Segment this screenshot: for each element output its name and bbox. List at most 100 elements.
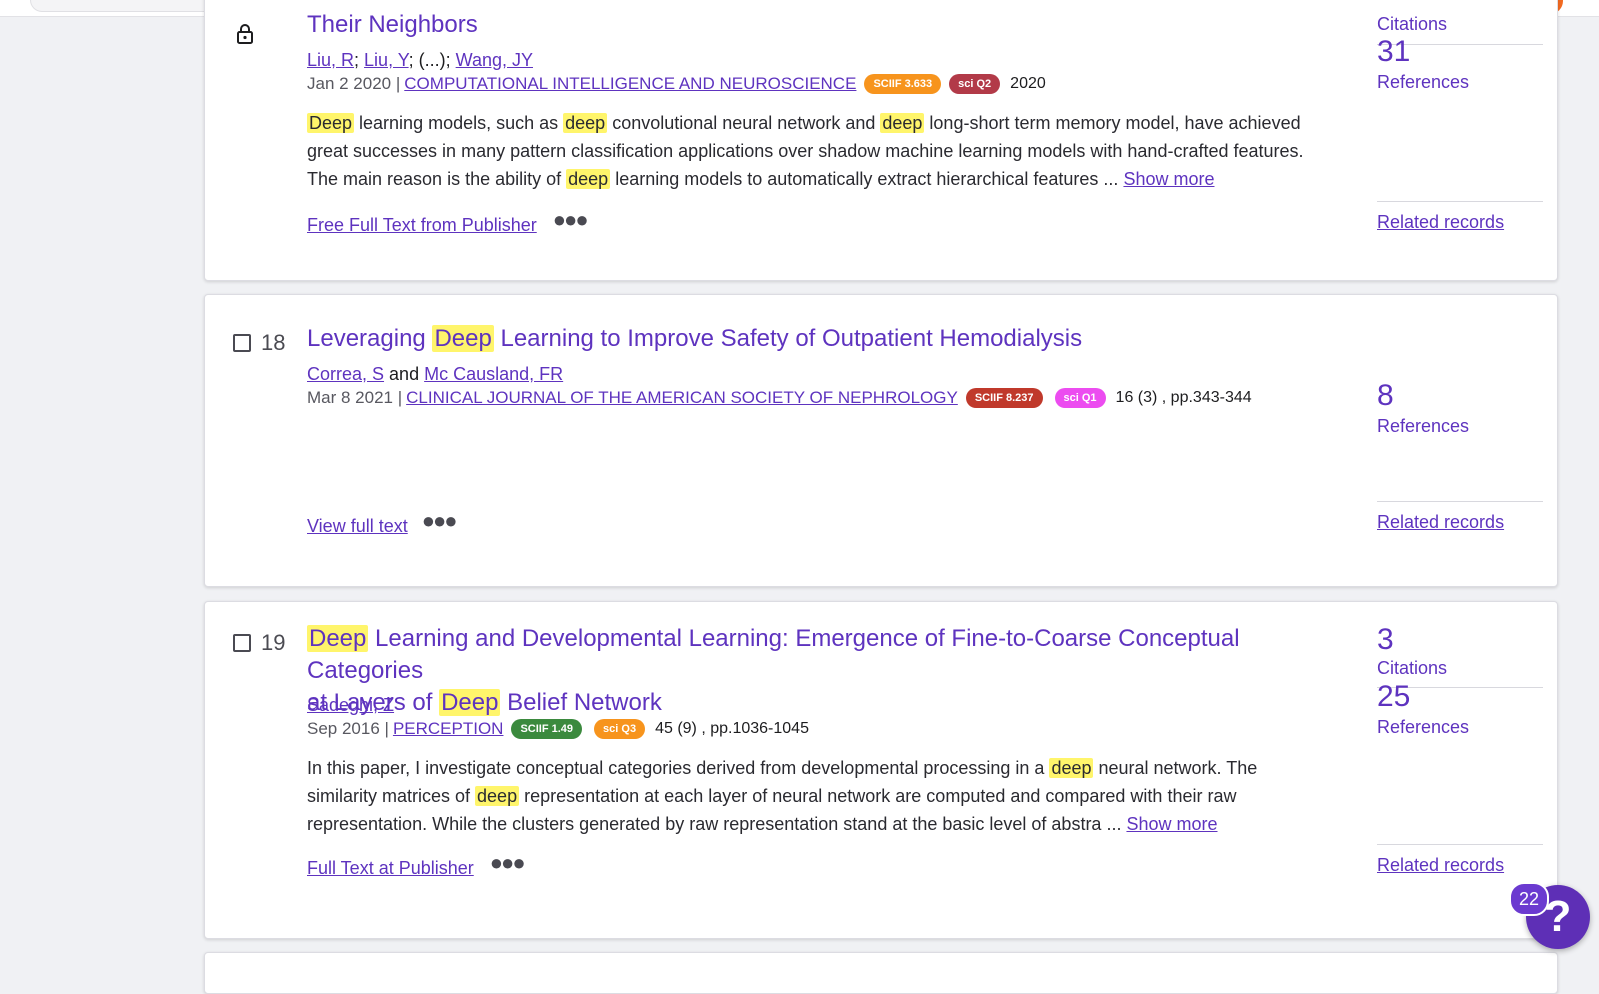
full-text-link[interactable]: Full Text at Publisher [307,858,474,879]
record-title[interactable]: Deep Learning and Developmental Learning… [307,623,1337,719]
author-link[interactable]: Correa, S [307,364,384,384]
show-more-link[interactable]: Show more [1123,169,1214,189]
title-text[interactable]: Their Neighbors [307,11,478,38]
title-text[interactable]: Learning and Developmental Learning: Eme… [307,625,1240,684]
record-actions: View full text ●●● [307,508,458,539]
record-abstract: In this paper, I investigate conceptual … [307,754,1317,838]
abstract-line: similarity matrices of deep representati… [307,782,1317,810]
citations-count[interactable]: 3 [1377,623,1394,657]
abstract-text: neural network. The [1093,758,1258,778]
record-actions: Free Full Text from Publisher ●●● [307,207,589,238]
abstract-text: representation at each layer of neural n… [519,786,1237,806]
highlight-term: Deep [307,113,355,133]
sci-quartile-badge: sci Q2 [949,74,1001,94]
highlight-term: deep [566,169,611,189]
sci-quartile-badge: sci Q1 [1054,388,1106,408]
metric-divider [1377,844,1543,845]
metric-divider [1377,201,1543,202]
publication-date: Mar 8 2021 [307,388,393,407]
more-options-icon[interactable]: ●●● [422,508,458,534]
references-count[interactable]: 25 [1377,680,1410,714]
record-number: 19 [261,630,286,655]
full-text-link[interactable]: Free Full Text from Publisher [307,215,537,236]
abstract-line: Deep learning models, such as deep convo… [307,109,1317,137]
more-options-icon[interactable]: ●●● [490,850,526,876]
show-more-link[interactable]: Show more [1126,814,1217,834]
related-records-link[interactable]: Related records [1377,512,1504,533]
references-label[interactable]: References [1377,717,1469,738]
metric-divider [1377,501,1543,502]
highlight-term: deep [1049,758,1094,778]
references-count[interactable]: 31 [1377,35,1410,69]
record-authors: Sadeghi, Z [307,695,394,716]
title-line[interactable]: at Layers of Deep Belief Network [307,687,1337,719]
publication-date: Jan 2 2020 [307,74,392,93]
highlight-term[interactable]: Deep [307,625,369,652]
notification-badge[interactable]: 22 [1509,882,1549,916]
highlight-term[interactable]: Deep [432,325,494,352]
references-label[interactable]: References [1377,416,1469,437]
abstract-line: In this paper, I investigate conceptual … [307,754,1317,782]
record-meta: Jan 2 2020 | COMPUTATIONAL INTELLIGENCE … [307,74,1046,94]
journal-link[interactable]: PERCEPTION [393,719,504,739]
record-title[interactable]: Leveraging Deep Learning to Improve Safe… [307,323,1337,355]
title-line[interactable]: Deep Learning and Developmental Learning… [307,623,1337,687]
references-count[interactable]: 8 [1377,379,1394,413]
related-records-link[interactable]: Related records [1377,855,1504,876]
highlight-term[interactable]: Deep [439,689,501,716]
title-text[interactable]: Belief Network [500,689,662,716]
record-checkbox[interactable] [233,334,251,352]
title-text[interactable]: Learning to Improve Safety of Outpatient… [494,325,1082,352]
abstract-text: The main reason is the ability of [307,169,567,189]
abstract-text: convolutional neural network and [607,113,881,133]
author-link[interactable]: Sadeghi, Z [307,695,394,715]
publication-date: Sep 2016 [307,719,380,738]
record-number: 18 [261,330,286,355]
authors-conjunction: and [389,364,420,384]
highlight-term: deep [563,113,608,133]
lock-icon [237,24,253,44]
abstract-line: The main reason is the ability of deep l… [307,165,1317,193]
record-abstract: Deep learning models, such as deep convo… [307,109,1317,193]
full-text-link[interactable]: View full text [307,516,408,537]
record-meta: Mar 8 2021 | CLINICAL JOURNAL OF THE AME… [307,388,1252,408]
highlight-term: deep [475,786,520,806]
author-link[interactable]: Liu, Y [364,50,409,70]
abstract-line: representation. While the clusters gener… [307,810,1317,838]
abstract-text: learning models, such as [354,113,564,133]
abstract-text: similarity matrices of [307,786,476,806]
sci-quartile-badge: sci Q3 [594,719,646,739]
publication-year: 2020 [1010,75,1046,92]
author-link[interactable]: Liu, R [307,50,354,70]
abstract-text: learning models to automatically extract… [610,169,1124,189]
author-link[interactable]: Mc Causland, FR [424,364,563,384]
journal-link[interactable]: CLINICAL JOURNAL OF THE AMERICAN SOCIETY… [406,388,958,408]
journal-link[interactable]: COMPUTATIONAL INTELLIGENCE AND NEUROSCIE… [404,74,856,94]
record-meta: Sep 2016 | PERCEPTION SCIIF 1.49 sci Q3 … [307,719,809,739]
abstract-text: representation. While the clusters gener… [307,814,1127,834]
record-card: Their Neighbors Liu, R; Liu, Y; (...); W… [204,0,1558,281]
authors-ellipsis: (...) [418,50,446,70]
record-card [204,952,1558,994]
record-authors: Liu, R; Liu, Y; (...); Wang, JY [307,50,533,70]
abstract-text: In this paper, I investigate conceptual … [307,758,1050,778]
more-options-icon[interactable]: ●●● [553,207,589,233]
record-authors: Correa, S and Mc Causland, FR [307,364,563,385]
record-actions: Full Text at Publisher ●●● [307,850,526,881]
citations-label[interactable]: Citations [1377,14,1447,35]
references-label[interactable]: References [1377,72,1469,93]
citations-label[interactable]: Citations [1377,658,1447,679]
title-text[interactable]: Leveraging [307,325,432,352]
volume-pages: 45 (9) , pp.1036-1045 [655,720,809,737]
record-card: 19 Deep Learning and Developmental Learn… [204,601,1558,939]
record-title[interactable]: Their Neighbors [307,9,1337,41]
abstract-text: long-short term memory model, have achie… [924,113,1301,133]
abstract-line: great successes in many pattern classifi… [307,141,1304,161]
author-link[interactable]: Wang, JY [456,50,533,70]
sciif-badge: SCIIF 1.49 [511,719,583,739]
highlight-term: deep [880,113,925,133]
volume-pages: 16 (3) , pp.343-344 [1115,389,1252,406]
related-records-link[interactable]: Related records [1377,212,1504,233]
record-checkbox[interactable] [233,634,251,652]
record-card: 18 Leveraging Deep Learning to Improve S… [204,294,1558,587]
